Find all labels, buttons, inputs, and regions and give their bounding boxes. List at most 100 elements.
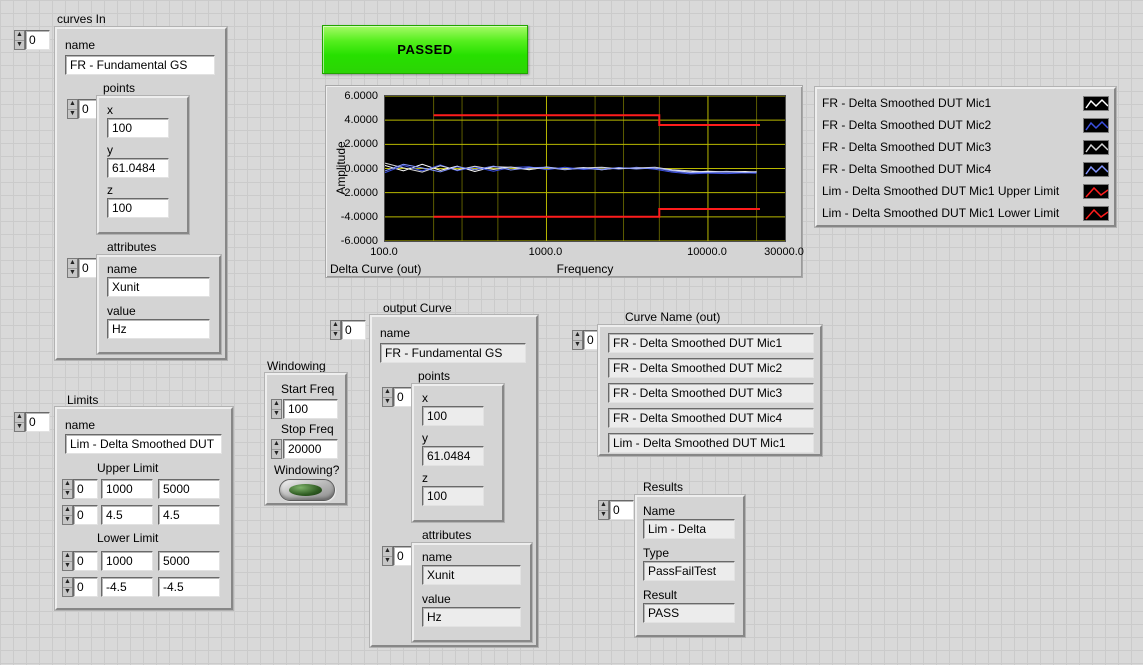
legend-row[interactable]: Lim - Delta Smoothed DUT Mic1 Lower Limi… bbox=[822, 202, 1109, 224]
plot-style-icon[interactable] bbox=[1083, 206, 1109, 221]
decrement-icon[interactable]: ▼ bbox=[272, 410, 281, 419]
index-arrows[interactable]: ▲▼ bbox=[62, 577, 73, 597]
y-field[interactable]: 61.0484 bbox=[107, 158, 169, 178]
start-freq-spinner[interactable]: ▲ ▼ bbox=[271, 399, 282, 419]
start-freq-field[interactable]: 100 bbox=[283, 399, 338, 419]
increment-icon[interactable]: ▲ bbox=[383, 547, 392, 557]
output-curve-index[interactable]: ▲ ▼ 0 bbox=[330, 320, 366, 340]
index-arrows[interactable]: ▲ ▼ bbox=[382, 546, 393, 566]
increment-icon[interactable]: ▲ bbox=[68, 259, 77, 269]
decrement-icon[interactable]: ▼ bbox=[63, 588, 72, 597]
attr-value-field[interactable]: Hz bbox=[107, 319, 210, 339]
upper-amp-index[interactable]: ▲▼ 0 bbox=[62, 505, 98, 525]
index-arrows[interactable]: ▲ ▼ bbox=[271, 439, 282, 459]
decrement-icon[interactable]: ▼ bbox=[331, 331, 340, 340]
lower-amp-index[interactable]: ▲▼ 0 bbox=[62, 577, 98, 597]
lower-amp-1-field[interactable]: -4.5 bbox=[158, 577, 220, 597]
decrement-icon[interactable]: ▼ bbox=[63, 516, 72, 525]
increment-icon[interactable]: ▲ bbox=[15, 413, 24, 423]
increment-icon[interactable]: ▲ bbox=[15, 31, 24, 41]
index-value[interactable]: 0 bbox=[73, 479, 98, 499]
index-arrows[interactable]: ▲ ▼ bbox=[330, 320, 341, 340]
decrement-icon[interactable]: ▼ bbox=[63, 562, 72, 571]
index-arrows[interactable]: ▲▼ bbox=[62, 479, 73, 499]
legend-row[interactable]: FR - Delta Smoothed DUT Mic3 bbox=[822, 136, 1109, 158]
plot-style-icon[interactable] bbox=[1083, 140, 1109, 155]
upper-amp-1-field[interactable]: 4.5 bbox=[158, 505, 220, 525]
result-type-label: Type bbox=[643, 546, 669, 560]
index-arrows[interactable]: ▲ ▼ bbox=[598, 500, 609, 520]
limit-name-field[interactable]: Lim - Delta Smoothed DUT bbox=[65, 434, 222, 454]
increment-icon[interactable]: ▲ bbox=[63, 578, 72, 588]
z-field[interactable]: 100 bbox=[107, 198, 169, 218]
upper-freq-1-field[interactable]: 5000 bbox=[158, 479, 220, 499]
lower-freq-0-field[interactable]: 1000 bbox=[101, 551, 153, 571]
decrement-icon[interactable]: ▼ bbox=[15, 423, 24, 432]
index-arrows[interactable]: ▲ ▼ bbox=[382, 387, 393, 407]
decrement-icon[interactable]: ▼ bbox=[383, 398, 392, 407]
curves-in-index[interactable]: ▲ ▼ 0 bbox=[14, 30, 50, 50]
increment-icon[interactable]: ▲ bbox=[63, 480, 72, 490]
index-arrows[interactable]: ▲ ▼ bbox=[67, 258, 78, 278]
index-value[interactable]: 0 bbox=[609, 500, 634, 520]
lower-freq-1-field[interactable]: 5000 bbox=[158, 551, 220, 571]
index-arrows[interactable]: ▲ ▼ bbox=[271, 399, 282, 419]
upper-freq-0-field[interactable]: 1000 bbox=[101, 479, 153, 499]
plot-style-icon[interactable] bbox=[1083, 118, 1109, 133]
decrement-icon[interactable]: ▼ bbox=[68, 110, 77, 119]
plot-area[interactable] bbox=[384, 95, 786, 242]
y-tick-label: -4.0000 bbox=[341, 211, 378, 223]
decrement-icon[interactable]: ▼ bbox=[383, 557, 392, 566]
attr-name-field[interactable]: Xunit bbox=[107, 277, 210, 297]
upper-amp-0-field[interactable]: 4.5 bbox=[101, 505, 153, 525]
y-tick-label: 0.0000 bbox=[344, 163, 378, 175]
legend-row[interactable]: FR - Delta Smoothed DUT Mic1 bbox=[822, 92, 1109, 114]
increment-icon[interactable]: ▲ bbox=[272, 440, 281, 450]
decrement-icon[interactable]: ▼ bbox=[573, 341, 582, 350]
increment-icon[interactable]: ▲ bbox=[573, 331, 582, 341]
increment-icon[interactable]: ▲ bbox=[272, 400, 281, 410]
index-arrows[interactable]: ▲ ▼ bbox=[67, 99, 78, 119]
index-arrows[interactable]: ▲ ▼ bbox=[14, 412, 25, 432]
index-arrows[interactable]: ▲ ▼ bbox=[572, 330, 583, 350]
index-arrows[interactable]: ▲▼ bbox=[62, 505, 73, 525]
plot-style-icon[interactable] bbox=[1083, 162, 1109, 177]
stop-freq-field[interactable]: 20000 bbox=[283, 439, 338, 459]
windowing-toggle-button[interactable] bbox=[279, 479, 335, 501]
curve-name-field[interactable]: FR - Fundamental GS bbox=[65, 55, 215, 75]
index-arrows[interactable]: ▲ ▼ bbox=[14, 30, 25, 50]
decrement-icon[interactable]: ▼ bbox=[15, 41, 24, 50]
plot-style-icon[interactable] bbox=[1083, 96, 1109, 111]
increment-icon[interactable]: ▲ bbox=[68, 100, 77, 110]
increment-icon[interactable]: ▲ bbox=[63, 506, 72, 516]
upper-freq-index[interactable]: ▲▼ 0 bbox=[62, 479, 98, 499]
index-value[interactable]: 0 bbox=[25, 412, 50, 432]
start-freq-label: Start Freq bbox=[281, 382, 334, 396]
index-value[interactable]: 0 bbox=[73, 551, 98, 571]
limits-index[interactable]: ▲ ▼ 0 bbox=[14, 412, 50, 432]
x-field[interactable]: 100 bbox=[107, 118, 169, 138]
legend-row[interactable]: Lim - Delta Smoothed DUT Mic1 Upper Limi… bbox=[822, 180, 1109, 202]
increment-icon[interactable]: ▲ bbox=[599, 501, 608, 511]
index-value[interactable]: 0 bbox=[25, 30, 50, 50]
lower-amp-0-field[interactable]: -4.5 bbox=[101, 577, 153, 597]
legend-row[interactable]: FR - Delta Smoothed DUT Mic2 bbox=[822, 114, 1109, 136]
increment-icon[interactable]: ▲ bbox=[331, 321, 340, 331]
index-value[interactable]: 0 bbox=[73, 577, 98, 597]
lower-freq-index[interactable]: ▲▼ 0 bbox=[62, 551, 98, 571]
index-value[interactable]: 0 bbox=[73, 505, 98, 525]
decrement-icon[interactable]: ▼ bbox=[68, 269, 77, 278]
stop-freq-spinner[interactable]: ▲ ▼ bbox=[271, 439, 282, 459]
plot-style-icon[interactable] bbox=[1083, 184, 1109, 199]
decrement-icon[interactable]: ▼ bbox=[272, 450, 281, 459]
increment-icon[interactable]: ▲ bbox=[383, 388, 392, 398]
z-label: z bbox=[422, 471, 428, 485]
attr-value-label: value bbox=[422, 592, 451, 606]
legend-row[interactable]: FR - Delta Smoothed DUT Mic4 bbox=[822, 158, 1109, 180]
index-arrows[interactable]: ▲▼ bbox=[62, 551, 73, 571]
decrement-icon[interactable]: ▼ bbox=[63, 490, 72, 499]
increment-icon[interactable]: ▲ bbox=[63, 552, 72, 562]
index-value[interactable]: 0 bbox=[341, 320, 366, 340]
results-index[interactable]: ▲ ▼ 0 bbox=[598, 500, 634, 520]
decrement-icon[interactable]: ▼ bbox=[599, 511, 608, 520]
